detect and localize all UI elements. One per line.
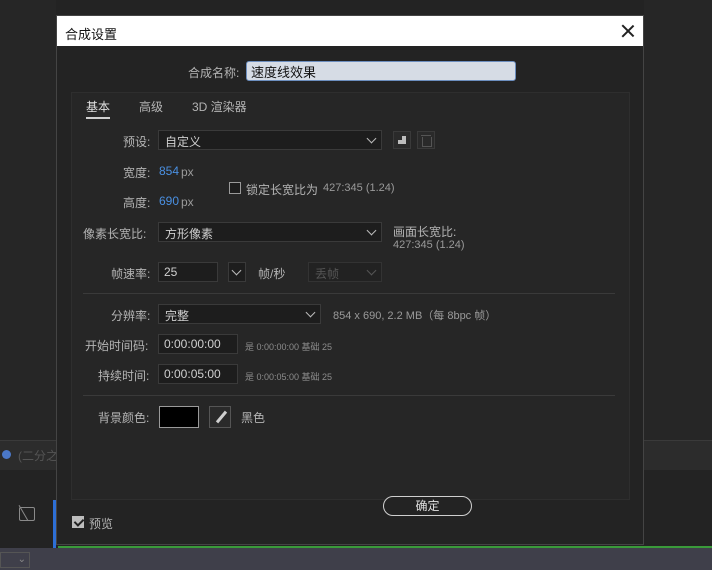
duration-note: 是 0:00:05:00 基础 25: [245, 372, 333, 382]
lock-aspect-label: 锁定长宽比为: [246, 183, 319, 197]
section-divider: [83, 293, 615, 294]
lock-aspect-value: 427:345 (1.24): [323, 182, 395, 194]
tab-basic[interactable]: 基本: [86, 98, 111, 119]
drop-frame-value: 丢帧: [315, 267, 340, 281]
timeline-panel-icon[interactable]: [19, 507, 35, 521]
duration-input[interactable]: [158, 364, 238, 384]
background-color-label: 背景颜色:: [98, 411, 150, 425]
timeline-mini-dropdown[interactable]: ⌄: [0, 552, 30, 568]
frame-rate-label: 帧速率:: [111, 267, 151, 281]
height-label: 高度:: [123, 196, 151, 210]
frame-aspect-label: 画面长宽比:: [393, 225, 457, 239]
preset-dropdown[interactable]: 自定义: [158, 130, 382, 150]
section-divider: [83, 395, 615, 396]
start-timecode-note: 是 0:00:00:00 基础 25: [245, 342, 333, 352]
background-panel-strip-right: [644, 440, 712, 470]
lock-aspect-checkbox[interactable]: [229, 182, 241, 194]
ok-button[interactable]: 确定: [383, 496, 472, 516]
resolution-value: 完整: [165, 309, 190, 323]
drop-frame-dropdown: 丢帧: [308, 262, 382, 282]
frame-rate-dropdown[interactable]: [228, 262, 246, 282]
height-value[interactable]: 690: [159, 194, 179, 208]
start-timecode-input[interactable]: [158, 334, 238, 354]
settings-tab-panel: [71, 92, 630, 500]
background-color-swatch[interactable]: [159, 406, 199, 428]
eyedropper-icon[interactable]: [209, 406, 231, 428]
height-unit: px: [181, 195, 194, 209]
frame-rate-input[interactable]: [158, 262, 218, 282]
preview-label: 预览: [89, 517, 114, 531]
resolution-info: 854 x 690, 2.2 MB（每 8bpc 帧）: [333, 310, 497, 322]
start-timecode-label: 开始时间码:: [85, 339, 149, 353]
save-preset-icon[interactable]: [393, 131, 411, 149]
width-label: 宽度:: [123, 166, 151, 180]
comp-name-label: 合成名称:: [188, 66, 240, 80]
composition-settings-dialog: 合成设置 合成名称: 基本 高级 3D 渲染器 预设: 自定义 宽度: 854 …: [56, 15, 644, 545]
background-color-name: 黑色: [241, 411, 266, 425]
width-value[interactable]: 854: [159, 164, 179, 178]
chevron-down-icon: [366, 265, 377, 276]
frame-aspect-value: 427:345 (1.24): [393, 239, 465, 251]
chevron-down-icon: [231, 265, 242, 276]
delete-preset-icon[interactable]: [417, 131, 435, 149]
resolution-dropdown[interactable]: 完整: [158, 304, 321, 324]
chevron-down-icon: [366, 225, 377, 236]
timeline-bottom-bar: [0, 548, 712, 570]
close-icon[interactable]: [619, 22, 637, 40]
pixel-aspect-label: 像素长宽比:: [83, 227, 147, 241]
pixel-aspect-dropdown[interactable]: 方形像素: [158, 222, 382, 242]
width-unit: px: [181, 165, 194, 179]
preset-value: 自定义: [165, 135, 202, 149]
background-strip-label: (二分之: [18, 449, 58, 463]
preview-checkbox[interactable]: [72, 516, 84, 528]
duration-label: 持续时间:: [98, 369, 150, 383]
dialog-titlebar: 合成设置: [57, 16, 643, 46]
pixel-aspect-value: 方形像素: [165, 227, 214, 241]
comp-name-input[interactable]: [246, 61, 516, 81]
dialog-title: 合成设置: [65, 27, 118, 42]
frame-rate-unit: 帧/秒: [258, 267, 286, 281]
tab-advanced[interactable]: 高级: [139, 98, 163, 115]
chevron-down-icon: [366, 133, 377, 144]
preset-label: 预设:: [123, 135, 151, 149]
tab-3d-renderer[interactable]: 3D 渲染器: [192, 98, 247, 115]
panel-color-dot: [2, 450, 11, 459]
resolution-label: 分辨率:: [111, 309, 151, 323]
chevron-down-icon: [305, 307, 316, 318]
